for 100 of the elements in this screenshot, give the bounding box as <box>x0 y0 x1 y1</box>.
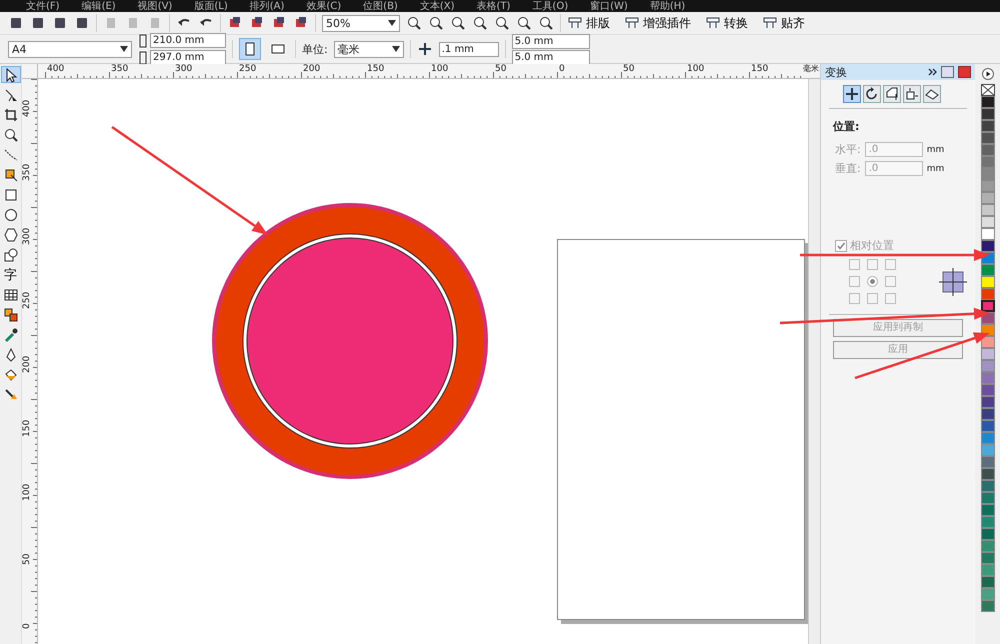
color-swatch[interactable] <box>980 528 994 540</box>
ruler-label: 350 <box>111 64 128 74</box>
color-swatch[interactable] <box>980 552 994 564</box>
menu-item[interactable]: 版面(L) <box>194 0 228 12</box>
color-swatch[interactable] <box>980 156 994 168</box>
unit-label: mm <box>926 164 944 174</box>
color-swatch[interactable] <box>980 540 994 552</box>
color-swatch[interactable] <box>980 372 994 384</box>
checkbox-label: 相对位置 <box>850 238 894 253</box>
color-swatch[interactable] <box>980 168 994 180</box>
duplicate-x-field[interactable]: 5.0 mm <box>512 34 590 48</box>
ruler-label: 250 <box>239 64 256 74</box>
color-swatch[interactable] <box>980 396 994 408</box>
color-swatch[interactable] <box>980 288 994 300</box>
height-field[interactable]: 297.0 mm <box>150 50 226 65</box>
menu-item[interactable]: 编辑(E) <box>82 0 116 12</box>
color-swatch[interactable] <box>980 300 994 312</box>
toolbar-button[interactable]: 增强插件 <box>624 14 699 32</box>
toolbar-icon <box>567 15 583 31</box>
ruler-unit: 毫米 <box>803 64 819 74</box>
color-swatch[interactable] <box>980 276 994 288</box>
color-swatch[interactable] <box>980 384 994 396</box>
menu-item[interactable]: 工具(O) <box>532 0 568 12</box>
caret-icon[interactable] <box>388 20 396 26</box>
page-size-dropdown[interactable]: A4 <box>8 40 132 58</box>
color-swatch[interactable] <box>980 96 994 108</box>
color-swatch[interactable] <box>980 576 994 588</box>
toolbar-icon <box>705 15 721 31</box>
ruler-label: 100 <box>22 484 32 501</box>
color-swatch[interactable] <box>980 360 994 372</box>
pick-tool[interactable] <box>0 66 20 83</box>
zoom-dropdown[interactable]: 50% <box>322 14 400 32</box>
duplicate-y-field[interactable]: 5.0 mm <box>512 50 590 64</box>
color-swatch[interactable] <box>980 432 994 444</box>
ruler-label: 50 <box>22 554 32 565</box>
toolbar-button[interactable]: 转换 <box>705 14 756 32</box>
color-swatch[interactable] <box>980 192 994 204</box>
menu-item[interactable]: 视图(V) <box>138 0 172 12</box>
menu-item[interactable]: 文本(X) <box>420 0 454 12</box>
minimize-button[interactable] <box>941 66 954 78</box>
anchor-point[interactable] <box>867 276 878 287</box>
menu-item[interactable]: 表格(T) <box>476 0 510 12</box>
color-swatch[interactable] <box>980 504 994 516</box>
page-height-icon <box>138 50 148 66</box>
ruler-label: 100 <box>687 64 704 74</box>
color-swatch[interactable] <box>980 180 994 192</box>
color-swatch[interactable] <box>980 444 994 456</box>
color-swatch[interactable] <box>980 228 994 240</box>
width-field[interactable]: 210.0 mm <box>150 33 226 48</box>
position-tab[interactable] <box>843 85 861 103</box>
ruler-label: 50 <box>623 64 634 74</box>
portrait-button[interactable] <box>239 38 261 60</box>
color-swatch[interactable] <box>980 588 994 600</box>
color-swatch[interactable] <box>980 468 994 480</box>
rotate-tab[interactable] <box>863 85 881 103</box>
caret-icon[interactable] <box>120 46 128 52</box>
scale-tab[interactable] <box>883 85 901 103</box>
color-swatch[interactable] <box>980 456 994 468</box>
color-swatch[interactable] <box>980 480 994 492</box>
color-swatch[interactable] <box>980 108 994 120</box>
menu-item[interactable]: 文件(F) <box>26 0 60 12</box>
position-preview-icon <box>939 268 967 296</box>
size-tab[interactable] <box>903 85 921 103</box>
color-swatch[interactable] <box>980 240 994 252</box>
size-icon <box>904 86 920 102</box>
toolbar-button[interactable]: 排版 <box>567 14 618 32</box>
section-title: 位置: <box>832 119 860 135</box>
skew-tab[interactable] <box>923 85 941 103</box>
no-color-swatch[interactable] <box>980 84 994 96</box>
position-icon <box>844 86 860 102</box>
menu-item[interactable]: 排列(A) <box>250 0 284 12</box>
menu-item[interactable]: 帮助(H) <box>650 0 686 12</box>
checkbox[interactable] <box>835 240 847 252</box>
play-icon[interactable] <box>982 68 994 80</box>
color-swatch[interactable] <box>980 348 994 360</box>
color-swatch[interactable] <box>980 600 994 612</box>
caret-icon[interactable] <box>392 46 400 52</box>
double-chevron-icon[interactable] <box>928 68 937 76</box>
unit-dropdown[interactable]: 毫米 <box>334 40 404 58</box>
nudge-field[interactable]: .1 mm <box>438 42 499 56</box>
color-swatch[interactable] <box>980 132 994 144</box>
ruler-label: 350 <box>22 164 32 181</box>
text-tool[interactable]: 字 <box>0 266 20 283</box>
color-swatch[interactable] <box>980 216 994 228</box>
color-swatch[interactable] <box>980 408 994 420</box>
color-swatch[interactable] <box>980 564 994 576</box>
ruler-label: 150 <box>751 64 768 74</box>
color-swatch[interactable] <box>980 264 994 276</box>
menu-item[interactable]: 位图(B) <box>363 0 398 12</box>
color-swatch[interactable] <box>980 120 994 132</box>
color-swatch[interactable] <box>980 492 994 504</box>
color-swatch[interactable] <box>980 204 994 216</box>
menu-item[interactable]: 效果(C) <box>306 0 342 12</box>
color-swatch[interactable] <box>980 420 994 432</box>
color-swatch[interactable] <box>980 144 994 156</box>
menu-item[interactable]: 窗口(W) <box>590 0 628 12</box>
unit-label: mm <box>926 144 944 154</box>
toolbar-button[interactable]: 贴齐 <box>762 14 813 32</box>
color-swatch[interactable] <box>980 336 994 348</box>
color-swatch[interactable] <box>980 516 994 528</box>
